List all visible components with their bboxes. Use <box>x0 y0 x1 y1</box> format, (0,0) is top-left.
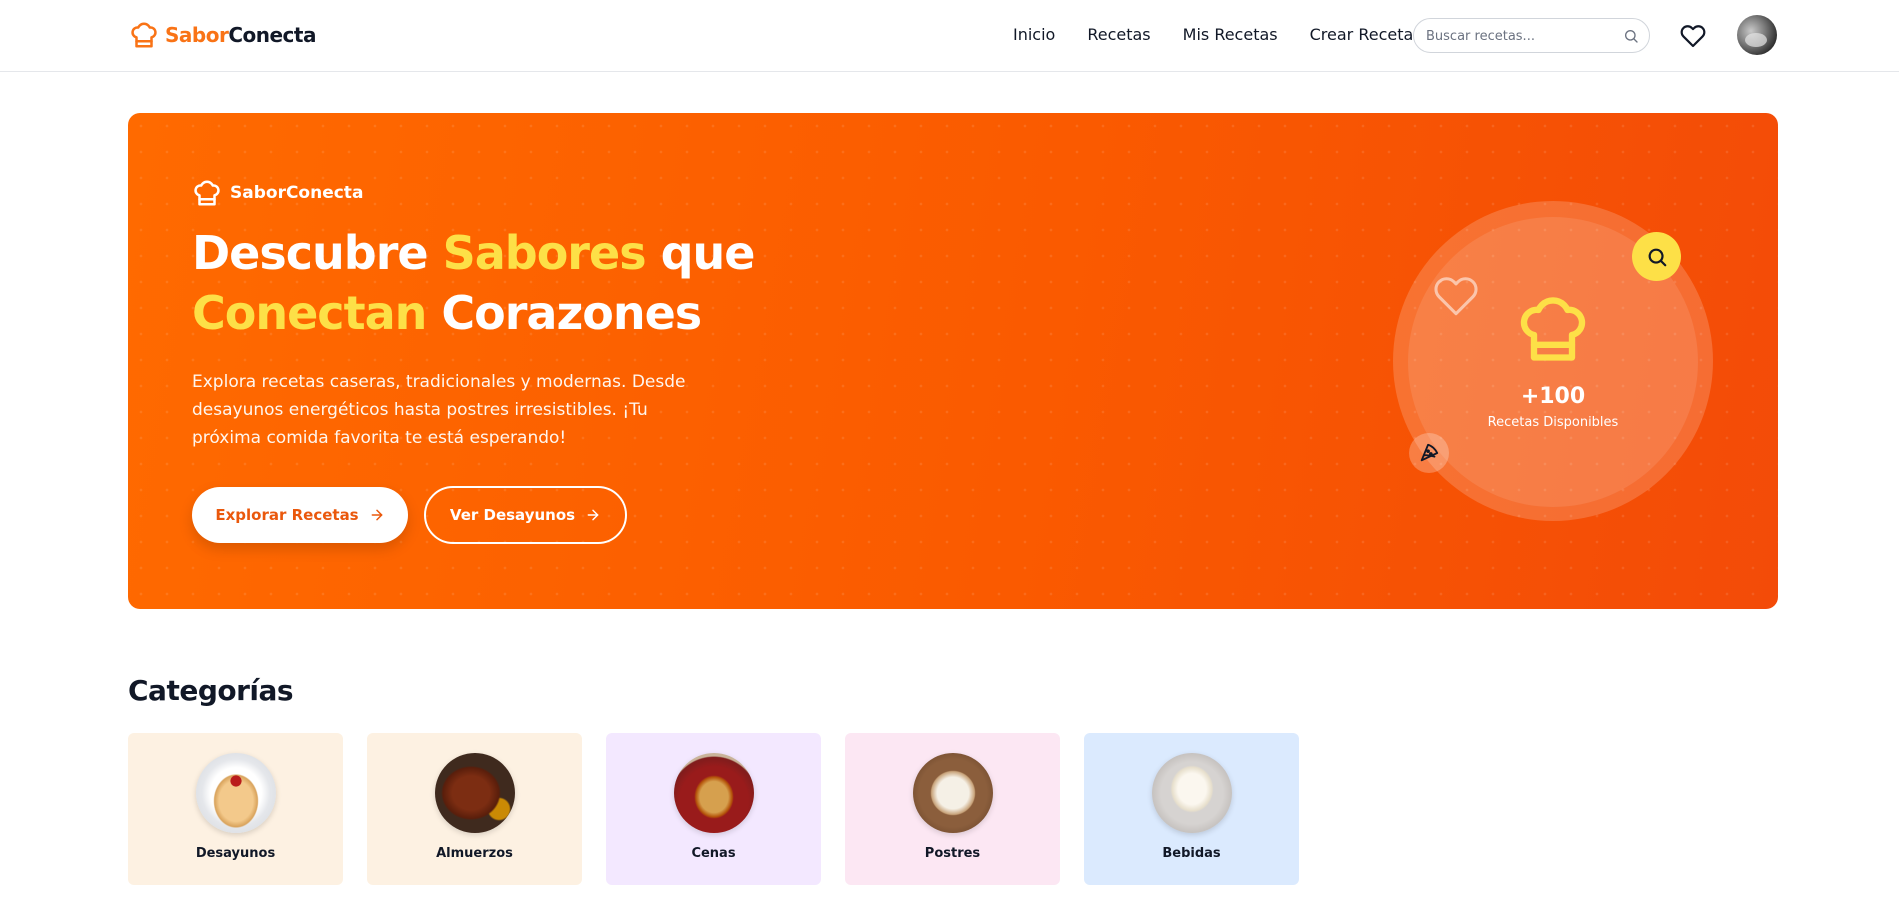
user-avatar[interactable] <box>1737 15 1777 55</box>
category-label: Desayunos <box>195 846 276 861</box>
category-card-desayunos[interactable]: Desayunos <box>128 733 343 885</box>
category-label: Postres <box>924 846 981 861</box>
hero-title-highlight2: Conectan <box>192 286 427 340</box>
hero-title-highlight1: Sabores <box>442 226 647 280</box>
favorites-heart-icon[interactable] <box>1680 23 1706 49</box>
categories-grid: Desayunos Almuerzos Cenas Postres Bebida… <box>128 733 1299 885</box>
category-image-bebidas <box>1152 753 1232 833</box>
category-image-postres <box>913 753 993 833</box>
search-icon[interactable] <box>1623 28 1639 44</box>
explore-recipes-label: Explorar Recetas <box>215 506 359 524</box>
logo-text-part1: Sabor <box>165 23 229 47</box>
nav-link-crear-receta[interactable]: Crear Receta <box>1310 25 1414 44</box>
category-card-bebidas[interactable]: Bebidas <box>1084 733 1299 885</box>
chef-hat-icon <box>131 22 157 48</box>
search-input[interactable] <box>1426 25 1616 47</box>
nav-link-inicio[interactable]: Inicio <box>1013 25 1055 44</box>
view-breakfasts-button[interactable]: Ver Desayunos <box>424 486 627 544</box>
hero-title-part1: Descubre <box>192 226 443 280</box>
chef-hat-icon <box>194 180 220 206</box>
navbar: SaborConecta Inicio Recetas Mis Recetas … <box>0 0 1899 72</box>
hero-banner: SaborConecta Descubre Sabores que Conecta… <box>128 113 1778 609</box>
explore-recipes-button[interactable]: Explorar Recetas <box>192 487 408 543</box>
recipes-count: +100 <box>1520 384 1586 409</box>
category-label: Bebidas <box>1162 846 1221 861</box>
heart-icon <box>1434 277 1478 316</box>
category-label: Almuerzos <box>436 846 513 861</box>
hero-title: Descubre Sabores que Conectan Corazones <box>192 223 812 343</box>
hero-description: Explora recetas caseras, tradicionales y… <box>192 372 686 448</box>
arrow-right-icon <box>371 509 383 521</box>
main-nav: Inicio Recetas Mis Recetas Crear Receta <box>1013 25 1413 44</box>
categories-heading: Categorías <box>128 674 294 707</box>
search-box <box>1413 18 1650 53</box>
nav-link-mis-recetas[interactable]: Mis Recetas <box>1183 25 1278 44</box>
pizza-icon <box>1420 443 1439 462</box>
logo-text: SaborConecta <box>165 23 316 47</box>
hero-title-part3: Corazones <box>426 286 702 340</box>
view-breakfasts-label: Ver Desayunos <box>449 506 576 524</box>
recipes-count-label: Recetas Disponibles <box>1487 415 1619 430</box>
nav-link-recetas[interactable]: Recetas <box>1087 25 1150 44</box>
chef-hat-icon <box>1520 297 1586 361</box>
search-icon <box>1648 248 1666 266</box>
search-bubble <box>1632 232 1681 281</box>
arrow-right-icon <box>587 509 599 521</box>
category-label: Cenas <box>691 846 736 861</box>
pizza-bubble <box>1409 433 1449 473</box>
category-card-almuerzos[interactable]: Almuerzos <box>367 733 582 885</box>
hero-title-part2: que <box>645 226 756 280</box>
hero-brand: SaborConecta <box>192 178 363 208</box>
logo-link[interactable]: SaborConecta <box>129 20 316 50</box>
category-image-cenas <box>674 753 754 833</box>
hero-brand-name: SaborConecta <box>230 183 364 203</box>
category-image-almuerzos <box>435 753 515 833</box>
category-card-postres[interactable]: Postres <box>845 733 1060 885</box>
category-image-desayunos <box>196 753 276 833</box>
logo-text-part2: Conecta <box>228 23 316 47</box>
category-card-cenas[interactable]: Cenas <box>606 733 821 885</box>
